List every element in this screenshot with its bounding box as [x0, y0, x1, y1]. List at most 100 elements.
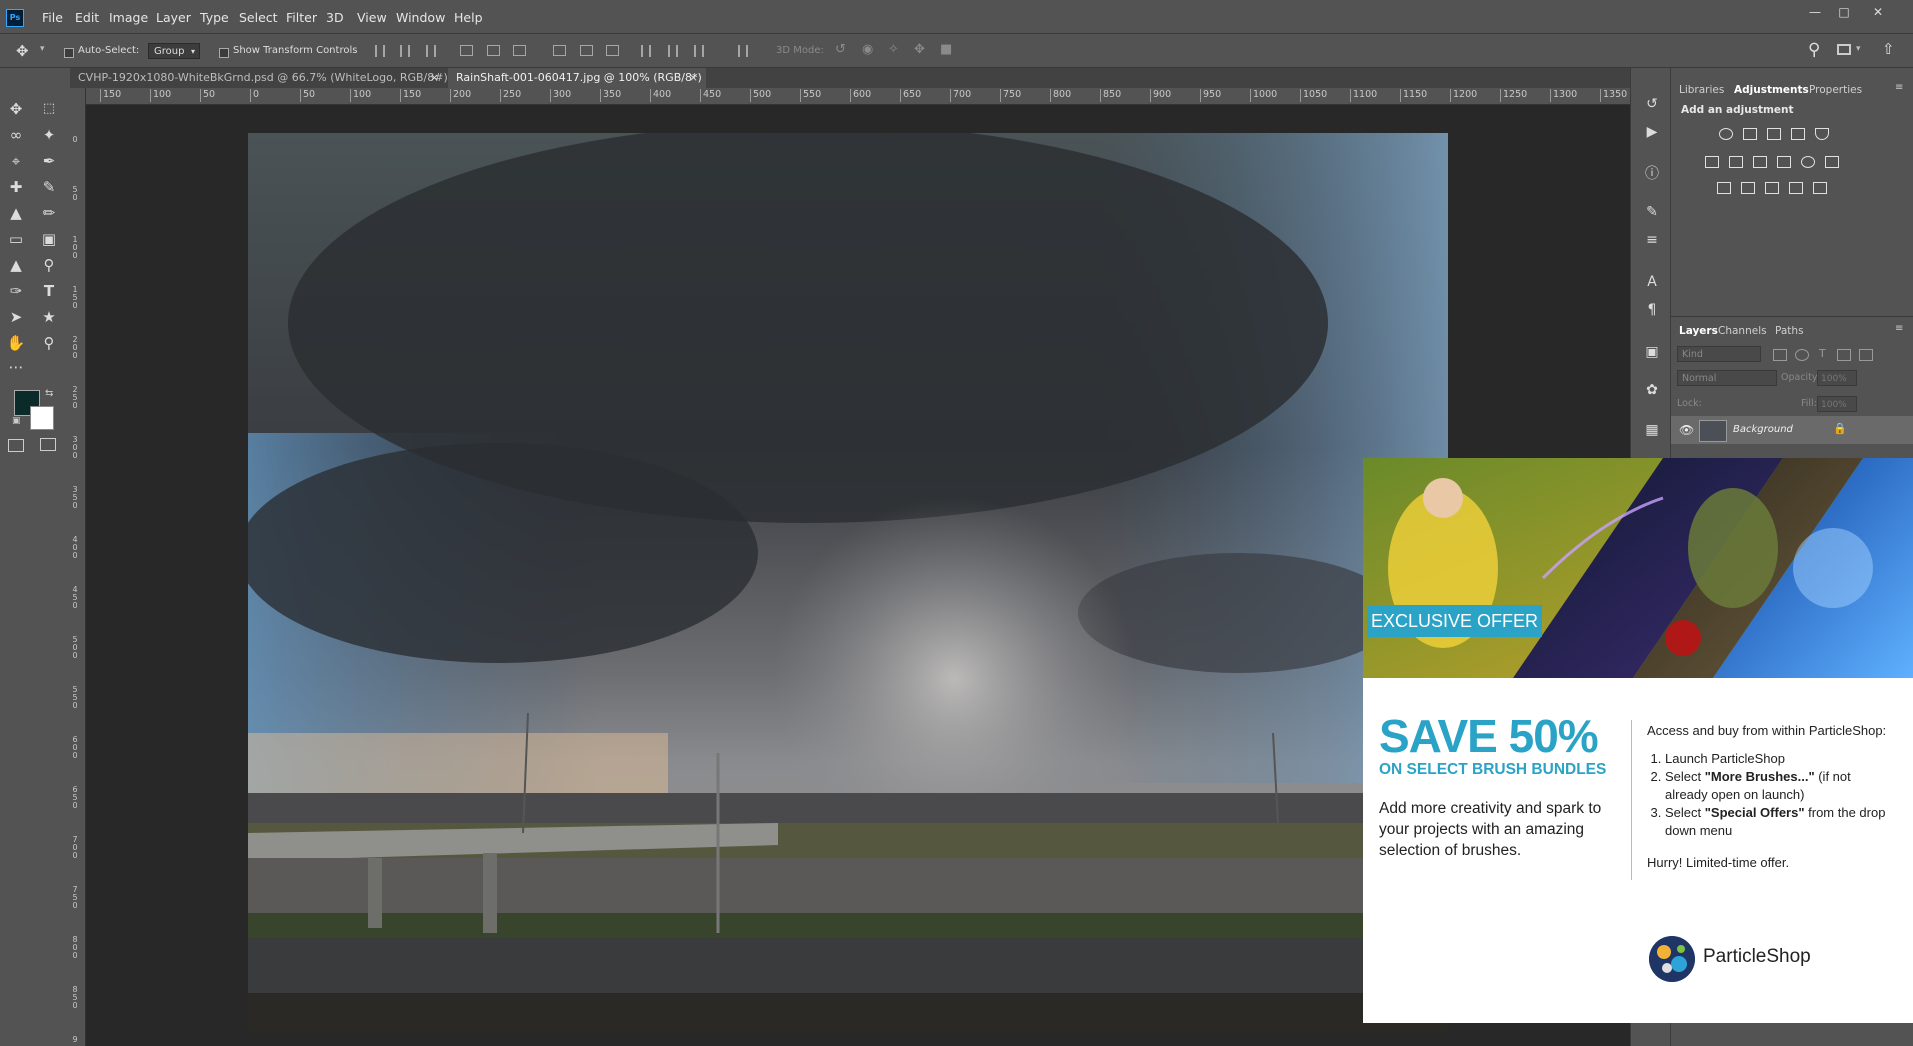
show-transform-checkbox[interactable]: [219, 48, 229, 58]
threshold-icon[interactable]: [1765, 182, 1779, 194]
filter-pixel-icon[interactable]: [1773, 349, 1787, 361]
hue-saturation-icon[interactable]: [1705, 156, 1719, 168]
blur-tool-icon[interactable]: ▲: [5, 254, 27, 276]
photo-filter-icon[interactable]: [1777, 156, 1791, 168]
lock-icon[interactable]: 🔒: [1833, 422, 1847, 435]
filter-smart-object-icon[interactable]: [1859, 349, 1873, 361]
tab-properties[interactable]: Properties: [1809, 84, 1862, 96]
vibrance-icon[interactable]: [1815, 128, 1829, 140]
swap-colors-icon[interactable]: ⇆: [45, 388, 53, 399]
tab-adjustments[interactable]: Adjustments: [1734, 84, 1809, 96]
distribute-hcenter-icon[interactable]: [668, 45, 678, 57]
particleshop-offer-popup[interactable]: EXCLUSIVE OFFER SAVE 50% ON SELECT BRUSH…: [1363, 458, 1913, 1023]
zoom-tool-icon[interactable]: ⚲: [38, 332, 60, 354]
auto-select-checkbox[interactable]: [64, 48, 74, 58]
tab-cvhp-document[interactable]: CVHP-1920x1080-WhiteBkGrnd.psd @ 66.7% (…: [70, 68, 448, 88]
menu-type[interactable]: Type: [200, 10, 229, 25]
curves-icon[interactable]: [1767, 128, 1781, 140]
color-lookup-icon[interactable]: [1825, 156, 1839, 168]
distribute-left-icon[interactable]: [641, 45, 651, 57]
type-tool-icon[interactable]: T: [38, 280, 60, 302]
tab-libraries[interactable]: Libraries: [1679, 84, 1724, 96]
swatches-icon[interactable]: ✿: [1642, 380, 1662, 400]
selective-color-icon[interactable]: [1789, 182, 1803, 194]
invert-icon[interactable]: [1717, 182, 1731, 194]
paragraph-icon[interactable]: ¶: [1642, 300, 1662, 320]
screen-mode-icon[interactable]: [40, 438, 56, 451]
dodge-tool-icon[interactable]: ⚲: [38, 254, 60, 276]
menu-filter[interactable]: Filter: [286, 10, 317, 25]
panel-menu-icon[interactable]: ≡: [1895, 82, 1903, 93]
menu-select[interactable]: Select: [239, 10, 278, 25]
close-tab-icon[interactable]: ×: [689, 68, 698, 88]
visibility-eye-icon[interactable]: 👁: [1679, 423, 1694, 437]
distribute-vcenter-icon[interactable]: [580, 45, 593, 56]
storm-photo[interactable]: [248, 133, 1448, 1033]
distribute-bottom-icon[interactable]: [606, 45, 619, 56]
filter-type-icon[interactable]: T: [1819, 347, 1826, 360]
panel-menu-icon[interactable]: ≡: [1895, 323, 1903, 334]
layer-filter-kind[interactable]: Kind: [1677, 346, 1761, 362]
history-brush-icon[interactable]: ✏: [38, 202, 60, 224]
tab-channels[interactable]: Channels: [1718, 325, 1767, 337]
path-selection-icon[interactable]: ➤: [5, 306, 27, 328]
character-icon[interactable]: A: [1642, 272, 1662, 292]
brightness-contrast-icon[interactable]: [1719, 128, 1733, 140]
info-icon[interactable]: ⓘ: [1642, 164, 1662, 184]
opacity-input[interactable]: 100%: [1817, 370, 1857, 386]
filter-adjustment-icon[interactable]: [1795, 349, 1809, 361]
tab-paths[interactable]: Paths: [1775, 325, 1804, 337]
gradient-tool-icon[interactable]: ▣: [38, 228, 60, 250]
layer-row-background[interactable]: 👁 Background 🔒: [1671, 416, 1913, 444]
align-bottom-icon[interactable]: [426, 45, 436, 57]
distribute-right-icon[interactable]: [694, 45, 704, 57]
tab-rainshaft-document[interactable]: RainShaft-001-060417.jpg @ 100% (RGB/8*)…: [448, 68, 706, 88]
distribute-top-icon[interactable]: [553, 45, 566, 56]
background-color-swatch[interactable]: [30, 406, 54, 430]
fill-input[interactable]: 100%: [1817, 396, 1857, 412]
align-top-icon[interactable]: [375, 45, 385, 57]
lasso-tool-icon[interactable]: ∞: [5, 124, 27, 146]
auto-select-dropdown[interactable]: Group ▾: [148, 43, 200, 59]
menu-file[interactable]: File: [42, 10, 63, 25]
magic-wand-icon[interactable]: ✦: [38, 124, 60, 146]
more-tools-icon[interactable]: ⋯: [5, 356, 27, 378]
menu-image[interactable]: Image: [109, 10, 148, 25]
menu-layer[interactable]: Layer: [156, 10, 191, 25]
menu-3d[interactable]: 3D: [326, 10, 344, 25]
blend-mode-select[interactable]: Normal: [1677, 370, 1777, 386]
filter-shape-icon[interactable]: [1837, 349, 1851, 361]
brush-settings-icon[interactable]: ✎: [1642, 202, 1662, 222]
brush-tool-icon[interactable]: ✎: [38, 176, 60, 198]
align-vcenter-icon[interactable]: [400, 45, 410, 57]
levels-icon[interactable]: [1743, 128, 1757, 140]
hand-tool-icon[interactable]: ✋: [5, 332, 27, 354]
styles-icon[interactable]: ▣: [1642, 342, 1662, 362]
history-icon[interactable]: ↺: [1642, 94, 1662, 114]
quick-mask-icon[interactable]: [8, 439, 24, 452]
maximize-icon[interactable]: □: [1833, 5, 1855, 21]
share-icon[interactable]: ⇧: [1882, 40, 1895, 58]
actions-play-icon[interactable]: ▶: [1642, 122, 1662, 142]
black-white-icon[interactable]: [1753, 156, 1767, 168]
clone-stamp-icon[interactable]: ▲: [5, 202, 27, 224]
eraser-icon[interactable]: ▭: [5, 228, 27, 250]
crop-tool-icon[interactable]: ⌖: [5, 150, 27, 172]
workspace-icon[interactable]: [1837, 44, 1851, 55]
default-colors-icon[interactable]: ▣: [12, 416, 21, 426]
chevron-down-icon[interactable]: ▾: [1856, 44, 1861, 54]
menu-view[interactable]: View: [357, 10, 387, 25]
menu-help[interactable]: Help: [454, 10, 483, 25]
grid-icon[interactable]: ▦: [1642, 420, 1662, 440]
search-icon[interactable]: ⚲: [1808, 40, 1820, 60]
align-right-icon[interactable]: [513, 45, 526, 56]
3d-slide-icon[interactable]: ✥: [914, 42, 925, 57]
move-tool-icon[interactable]: ✥: [5, 98, 27, 120]
align-left-icon[interactable]: [460, 45, 473, 56]
chevron-down-icon[interactable]: ▾: [40, 44, 45, 54]
3d-scale-icon[interactable]: ■: [940, 42, 952, 57]
3d-pan-icon[interactable]: ✧: [888, 42, 899, 57]
color-balance-icon[interactable]: [1729, 156, 1743, 168]
menu-window[interactable]: Window: [396, 10, 445, 25]
healing-brush-icon[interactable]: ✚: [5, 176, 27, 198]
